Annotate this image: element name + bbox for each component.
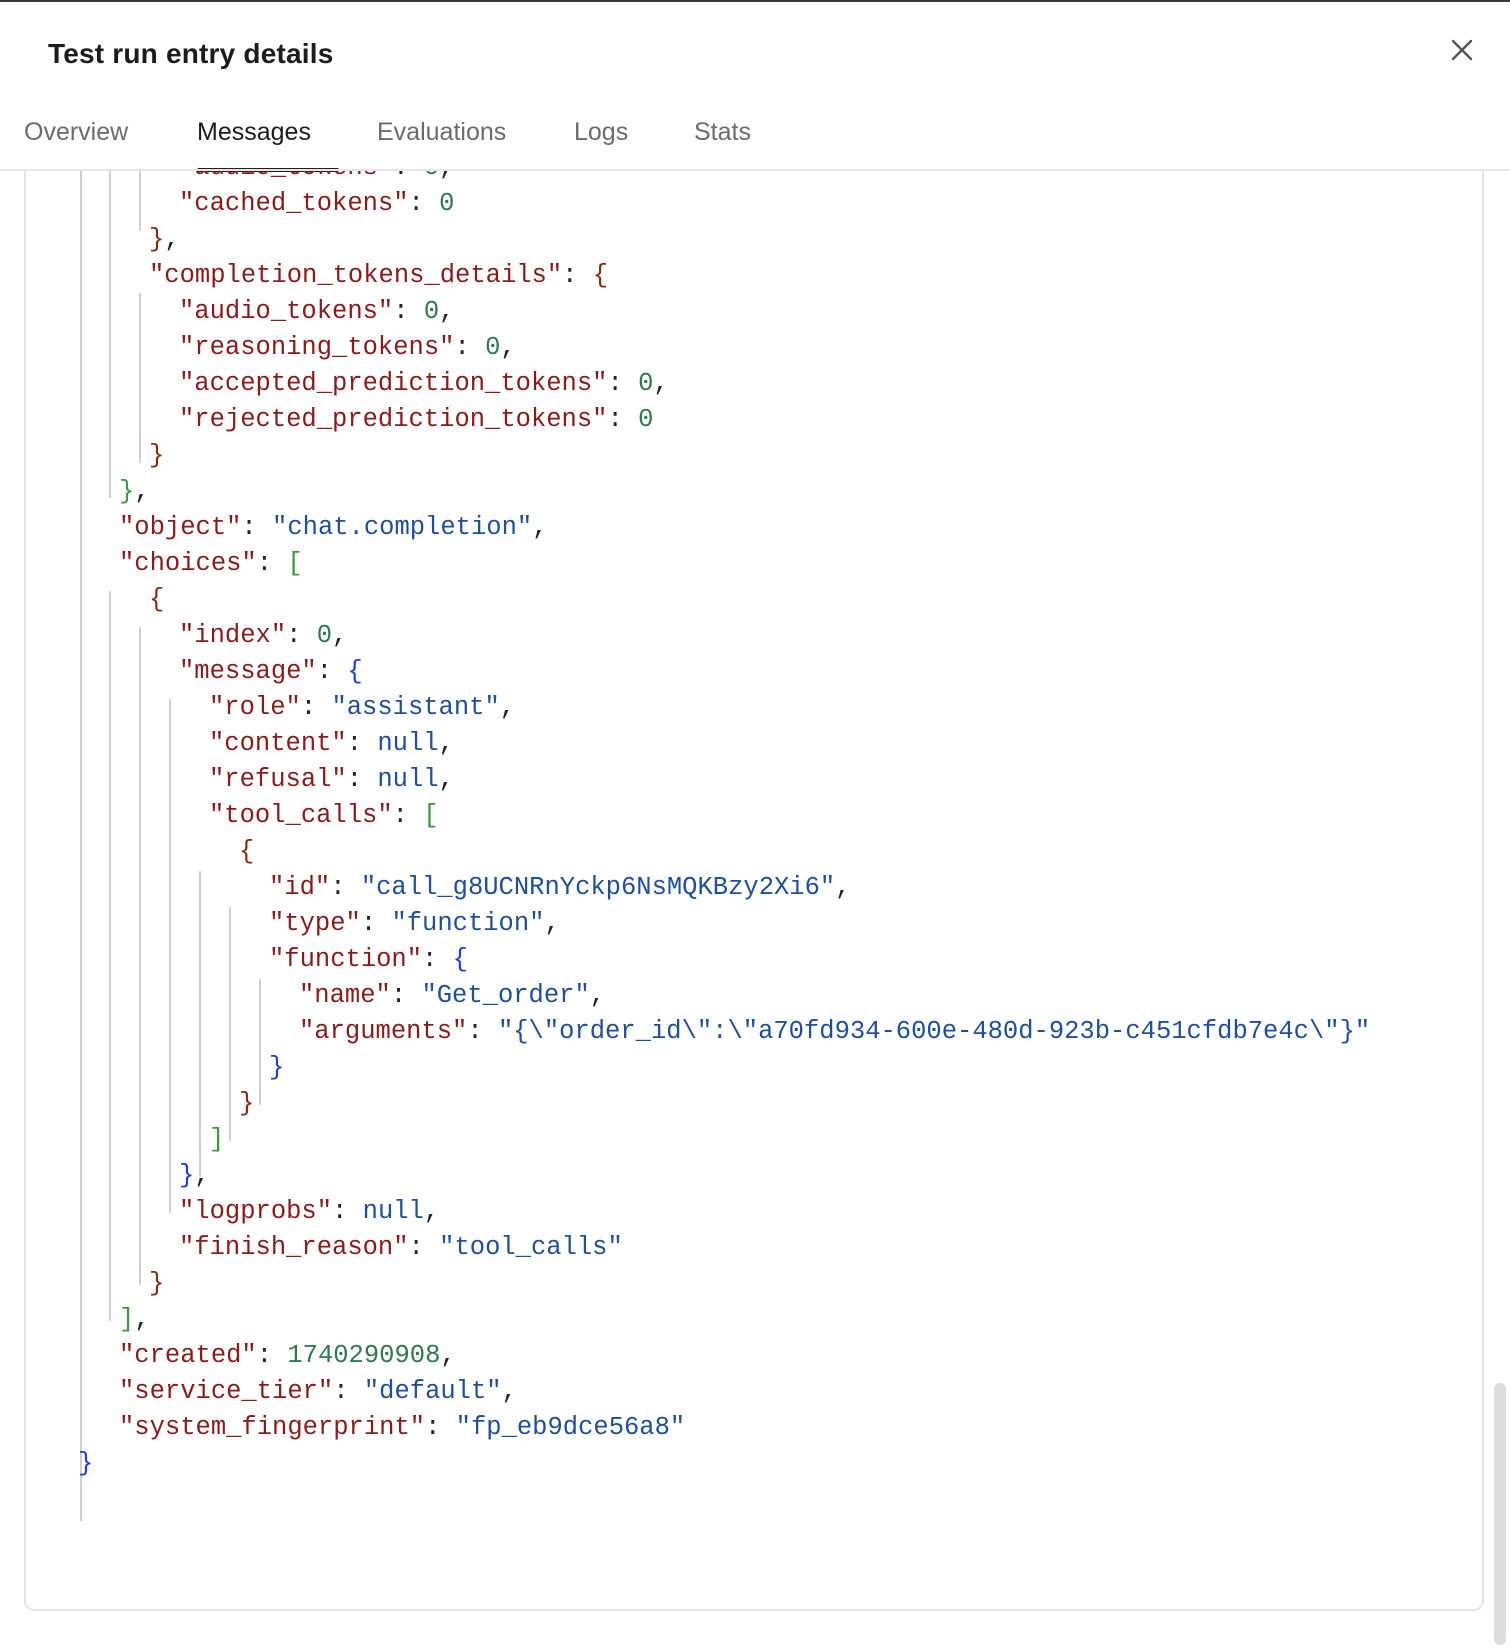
json-line: "accepted_prediction_tokens": 0, (179, 369, 669, 398)
json-line: } (239, 1089, 255, 1118)
json-line: "cached_tokens": 0 (179, 189, 455, 218)
json-line: ], (119, 1305, 150, 1334)
indent-guide (139, 627, 141, 1285)
close-button[interactable] (1444, 32, 1480, 68)
json-line: "service_tier": "default", (119, 1377, 517, 1406)
indent-guide (80, 171, 82, 1521)
json-line: "created": 1740290908, (119, 1341, 456, 1370)
indent-guide (139, 171, 141, 231)
indent-guide (109, 171, 111, 498)
json-line: } (149, 441, 165, 470)
indent-guide (229, 907, 231, 1141)
tab-stats[interactable]: Stats (694, 118, 751, 147)
json-line: "name": "Get_order", (299, 981, 606, 1010)
json-line: "rejected_prediction_tokens": 0 (179, 405, 654, 434)
json-line: "choices": [ (119, 549, 303, 578)
json-line: "id": "call_g8UCNRnYckp6NsMQKBzy2Xi6", (269, 873, 851, 902)
dialog-header: Test run entry details Overview Messages… (0, 2, 1510, 172)
json-line: "content": null, (209, 729, 454, 758)
json-line: "reasoning_tokens": 0, (179, 333, 516, 362)
tab-logs[interactable]: Logs (574, 118, 628, 147)
json-line: }, (179, 1161, 210, 1190)
json-line: "finish_reason": "tool_calls" (179, 1233, 623, 1262)
tab-messages[interactable]: Messages (197, 118, 311, 147)
json-line: }, (149, 225, 180, 254)
json-line: } (149, 1269, 165, 1298)
json-line: "tool_calls": [ (209, 801, 439, 830)
json-line: }, (119, 477, 150, 506)
json-line: { (149, 585, 165, 614)
json-line: "system_fingerprint": "fp_eb9dce56a8" (119, 1413, 686, 1442)
json-line: } (269, 1053, 285, 1082)
json-line: ] (209, 1125, 225, 1154)
tab-overview[interactable]: Overview (24, 118, 128, 147)
indent-guide (109, 591, 111, 1321)
json-line: "completion_tokens_details": { (149, 261, 609, 290)
tab-evaluations[interactable]: Evaluations (377, 118, 506, 147)
json-line: "object": "chat.completion", (119, 513, 548, 542)
json-line: "audio_tokens": 0, (179, 297, 455, 326)
dialog-title: Test run entry details (48, 38, 334, 69)
json-line: "function": { (269, 945, 468, 974)
json-line: "arguments": "{\"order_id\":\"a70fd934-6… (299, 1017, 1371, 1046)
indent-guide (139, 293, 141, 463)
indent-guide (259, 979, 261, 1105)
json-line: "refusal": null, (209, 765, 454, 794)
tab-bar: Overview Messages Evaluations Logs Stats (0, 106, 1510, 172)
scrollbar-thumb[interactable] (1494, 1383, 1506, 1645)
json-viewer-panel[interactable]: "audio_tokens": 0, "cached_tokens": 0 },… (24, 171, 1484, 1611)
json-line: "message": { (179, 657, 363, 686)
indent-guide (169, 699, 171, 1213)
json-line: "type": "function", (269, 909, 560, 938)
json-line: "role": "assistant", (209, 693, 516, 722)
json-line: } (78, 1449, 94, 1478)
json-line: { (239, 837, 255, 866)
close-icon (1451, 39, 1473, 61)
json-code-view: "audio_tokens": 0, "cached_tokens": 0 },… (26, 171, 1482, 1609)
json-line: "logprobs": null, (179, 1197, 440, 1226)
json-line: "index": 0, (179, 621, 348, 650)
indent-guide (199, 871, 201, 1177)
